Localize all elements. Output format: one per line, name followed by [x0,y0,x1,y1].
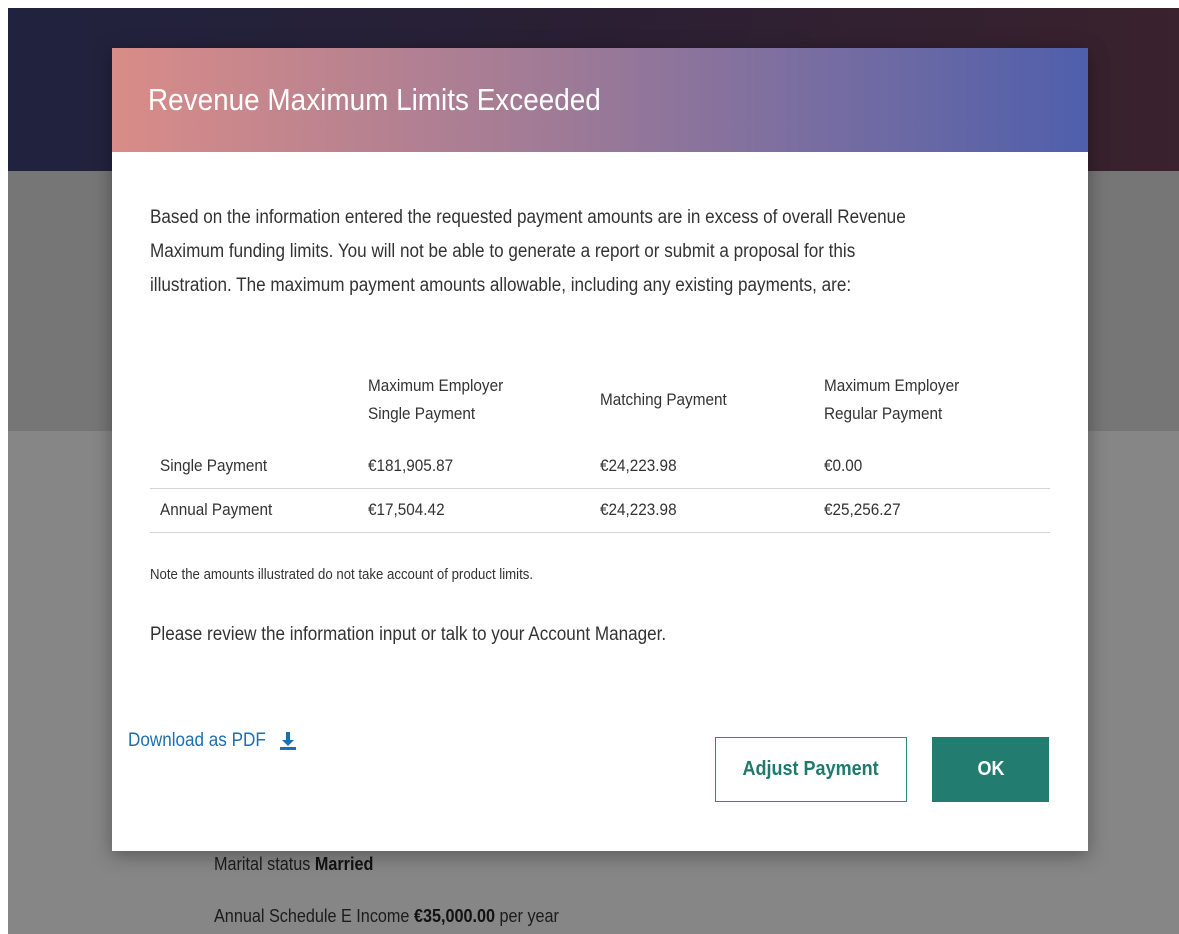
adjust-payment-label: Adjust Payment [742,758,880,780]
limits-exceeded-dialog: Revenue Maximum Limits Exceeded Based on… [112,48,1088,851]
row-label: Annual Payment [160,500,273,519]
cell-value: €17,504.42 [368,500,445,519]
table-row: Annual Payment €17,504.42 €24,223.98 €25… [150,488,1050,533]
ok-button[interactable]: OK [932,737,1049,802]
download-pdf-label: Download as PDF [128,730,266,751]
table-header-cell: Maximum Employer Regular Payment [824,356,1050,444]
table-cell: Annual Payment [150,488,368,533]
header-line: Maximum Employer [824,376,960,395]
intro-line: Maximum funding limits. You will not be … [150,241,856,262]
row-label: Single Payment [160,455,268,475]
download-pdf-link[interactable]: Download as PDF [128,730,297,752]
intro-line: Based on the information entered the req… [150,207,906,228]
dialog-title: Revenue Maximum Limits Exceeded [148,82,601,117]
table-cell: €24,223.98 [600,444,824,489]
cell-value: €25,256.27 [824,500,901,519]
dialog-intro-text: Based on the information entered the req… [150,201,1050,303]
table-header-cell [150,356,368,444]
payment-limits-table: Maximum Employer Single Payment Matching… [150,356,1050,533]
table-header-cell: Maximum Employer Single Payment [368,356,600,444]
table-cell: €17,504.42 [368,488,600,533]
header-line: Matching Payment [600,390,727,409]
cell-value: €24,223.98 [600,500,677,519]
table-cell: €181,905.87 [368,444,600,489]
product-limits-note: Note the amounts illustrated do not take… [150,566,534,583]
dialog-header: Revenue Maximum Limits Exceeded [112,48,1088,152]
table-cell: €25,256.27 [824,488,1050,533]
download-icon [280,732,297,750]
cell-value: €24,223.98 [600,455,677,475]
table-header-cell: Matching Payment [600,356,824,444]
cell-value: €0.00 [824,455,863,475]
ok-label: OK [977,758,1004,780]
table-cell: €0.00 [824,444,1050,489]
header-line: Maximum Employer [368,376,504,395]
adjust-payment-button[interactable]: Adjust Payment [715,737,907,802]
cell-value: €181,905.87 [368,455,454,475]
header-line: Regular Payment [824,404,943,423]
table-cell: €24,223.98 [600,488,824,533]
review-message: Please review the information input or t… [150,624,667,645]
header-line: Single Payment [368,404,476,423]
intro-line: illustration. The maximum payment amount… [150,275,852,296]
table-header-row: Maximum Employer Single Payment Matching… [150,356,1050,444]
table-row: Single Payment €181,905.87 €24,223.98 €0… [150,444,1050,489]
table-cell: Single Payment [150,444,368,489]
